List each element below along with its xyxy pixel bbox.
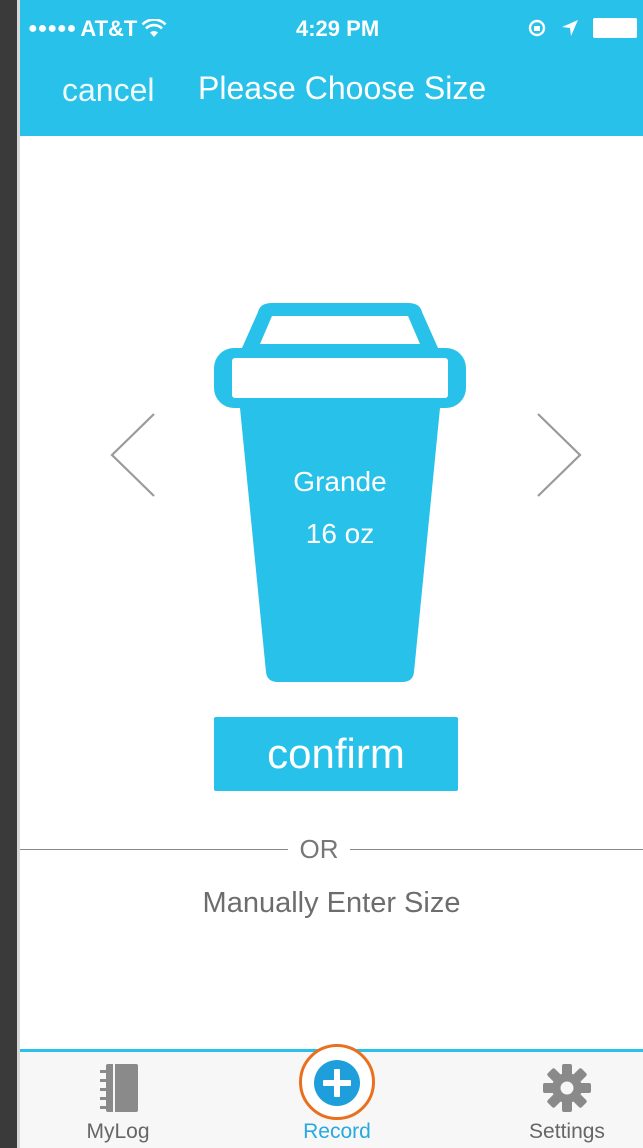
tab-settings-label: Settings: [529, 1120, 605, 1143]
wifi-icon: [141, 19, 167, 37]
gear-icon: [543, 1064, 591, 1112]
tab-record[interactable]: Record: [257, 1044, 417, 1148]
size-amount: 16 oz: [305, 518, 375, 549]
top-bar: ●●●●● AT&T 4:29 PM cancel Please Choose …: [20, 0, 643, 136]
tab-settings[interactable]: Settings: [487, 1052, 643, 1148]
cancel-button[interactable]: cancel: [62, 72, 155, 109]
previous-size-arrow-icon[interactable]: [96, 400, 166, 510]
status-right-group: [527, 18, 637, 38]
manual-entry-link[interactable]: Manually Enter Size: [20, 887, 643, 920]
confirm-button[interactable]: confirm: [214, 717, 458, 791]
status-time: 4:29 PM: [296, 16, 380, 41]
location-arrow-icon: [562, 20, 578, 36]
notebook-icon: [100, 1064, 138, 1112]
app-window: ●●●●● AT&T 4:29 PM cancel Please Choose …: [0, 0, 643, 1148]
divider-line-right: [350, 849, 643, 850]
nav-bar: cancel Please Choose Size: [20, 68, 643, 118]
battery-icon: [593, 18, 637, 38]
signal-strength-icon: ●●●●●: [28, 20, 77, 37]
tab-mylog[interactable]: MyLog: [38, 1052, 198, 1148]
page-title: Please Choose Size: [198, 70, 487, 106]
carrier-name: AT&T: [80, 16, 138, 41]
screen: ●●●●● AT&T 4:29 PM cancel Please Choose …: [20, 0, 643, 1148]
tab-bar: MyLog Record Settings: [20, 1044, 643, 1148]
carrier-group: ●●●●● AT&T: [28, 16, 167, 42]
status-bar: ●●●●● AT&T 4:29 PM: [20, 16, 643, 50]
device-bezel: [0, 0, 17, 1148]
or-label: OR: [299, 834, 339, 864]
tab-mylog-label: MyLog: [86, 1120, 150, 1143]
orientation-lock-icon: [528, 19, 546, 37]
tab-record-label: Record: [303, 1120, 371, 1143]
or-divider: OR: [20, 834, 643, 864]
size-name: Grande: [293, 466, 387, 497]
next-size-arrow-icon[interactable]: [526, 400, 596, 510]
divider-line-left: [20, 849, 288, 850]
plus-icon: [314, 1060, 360, 1106]
